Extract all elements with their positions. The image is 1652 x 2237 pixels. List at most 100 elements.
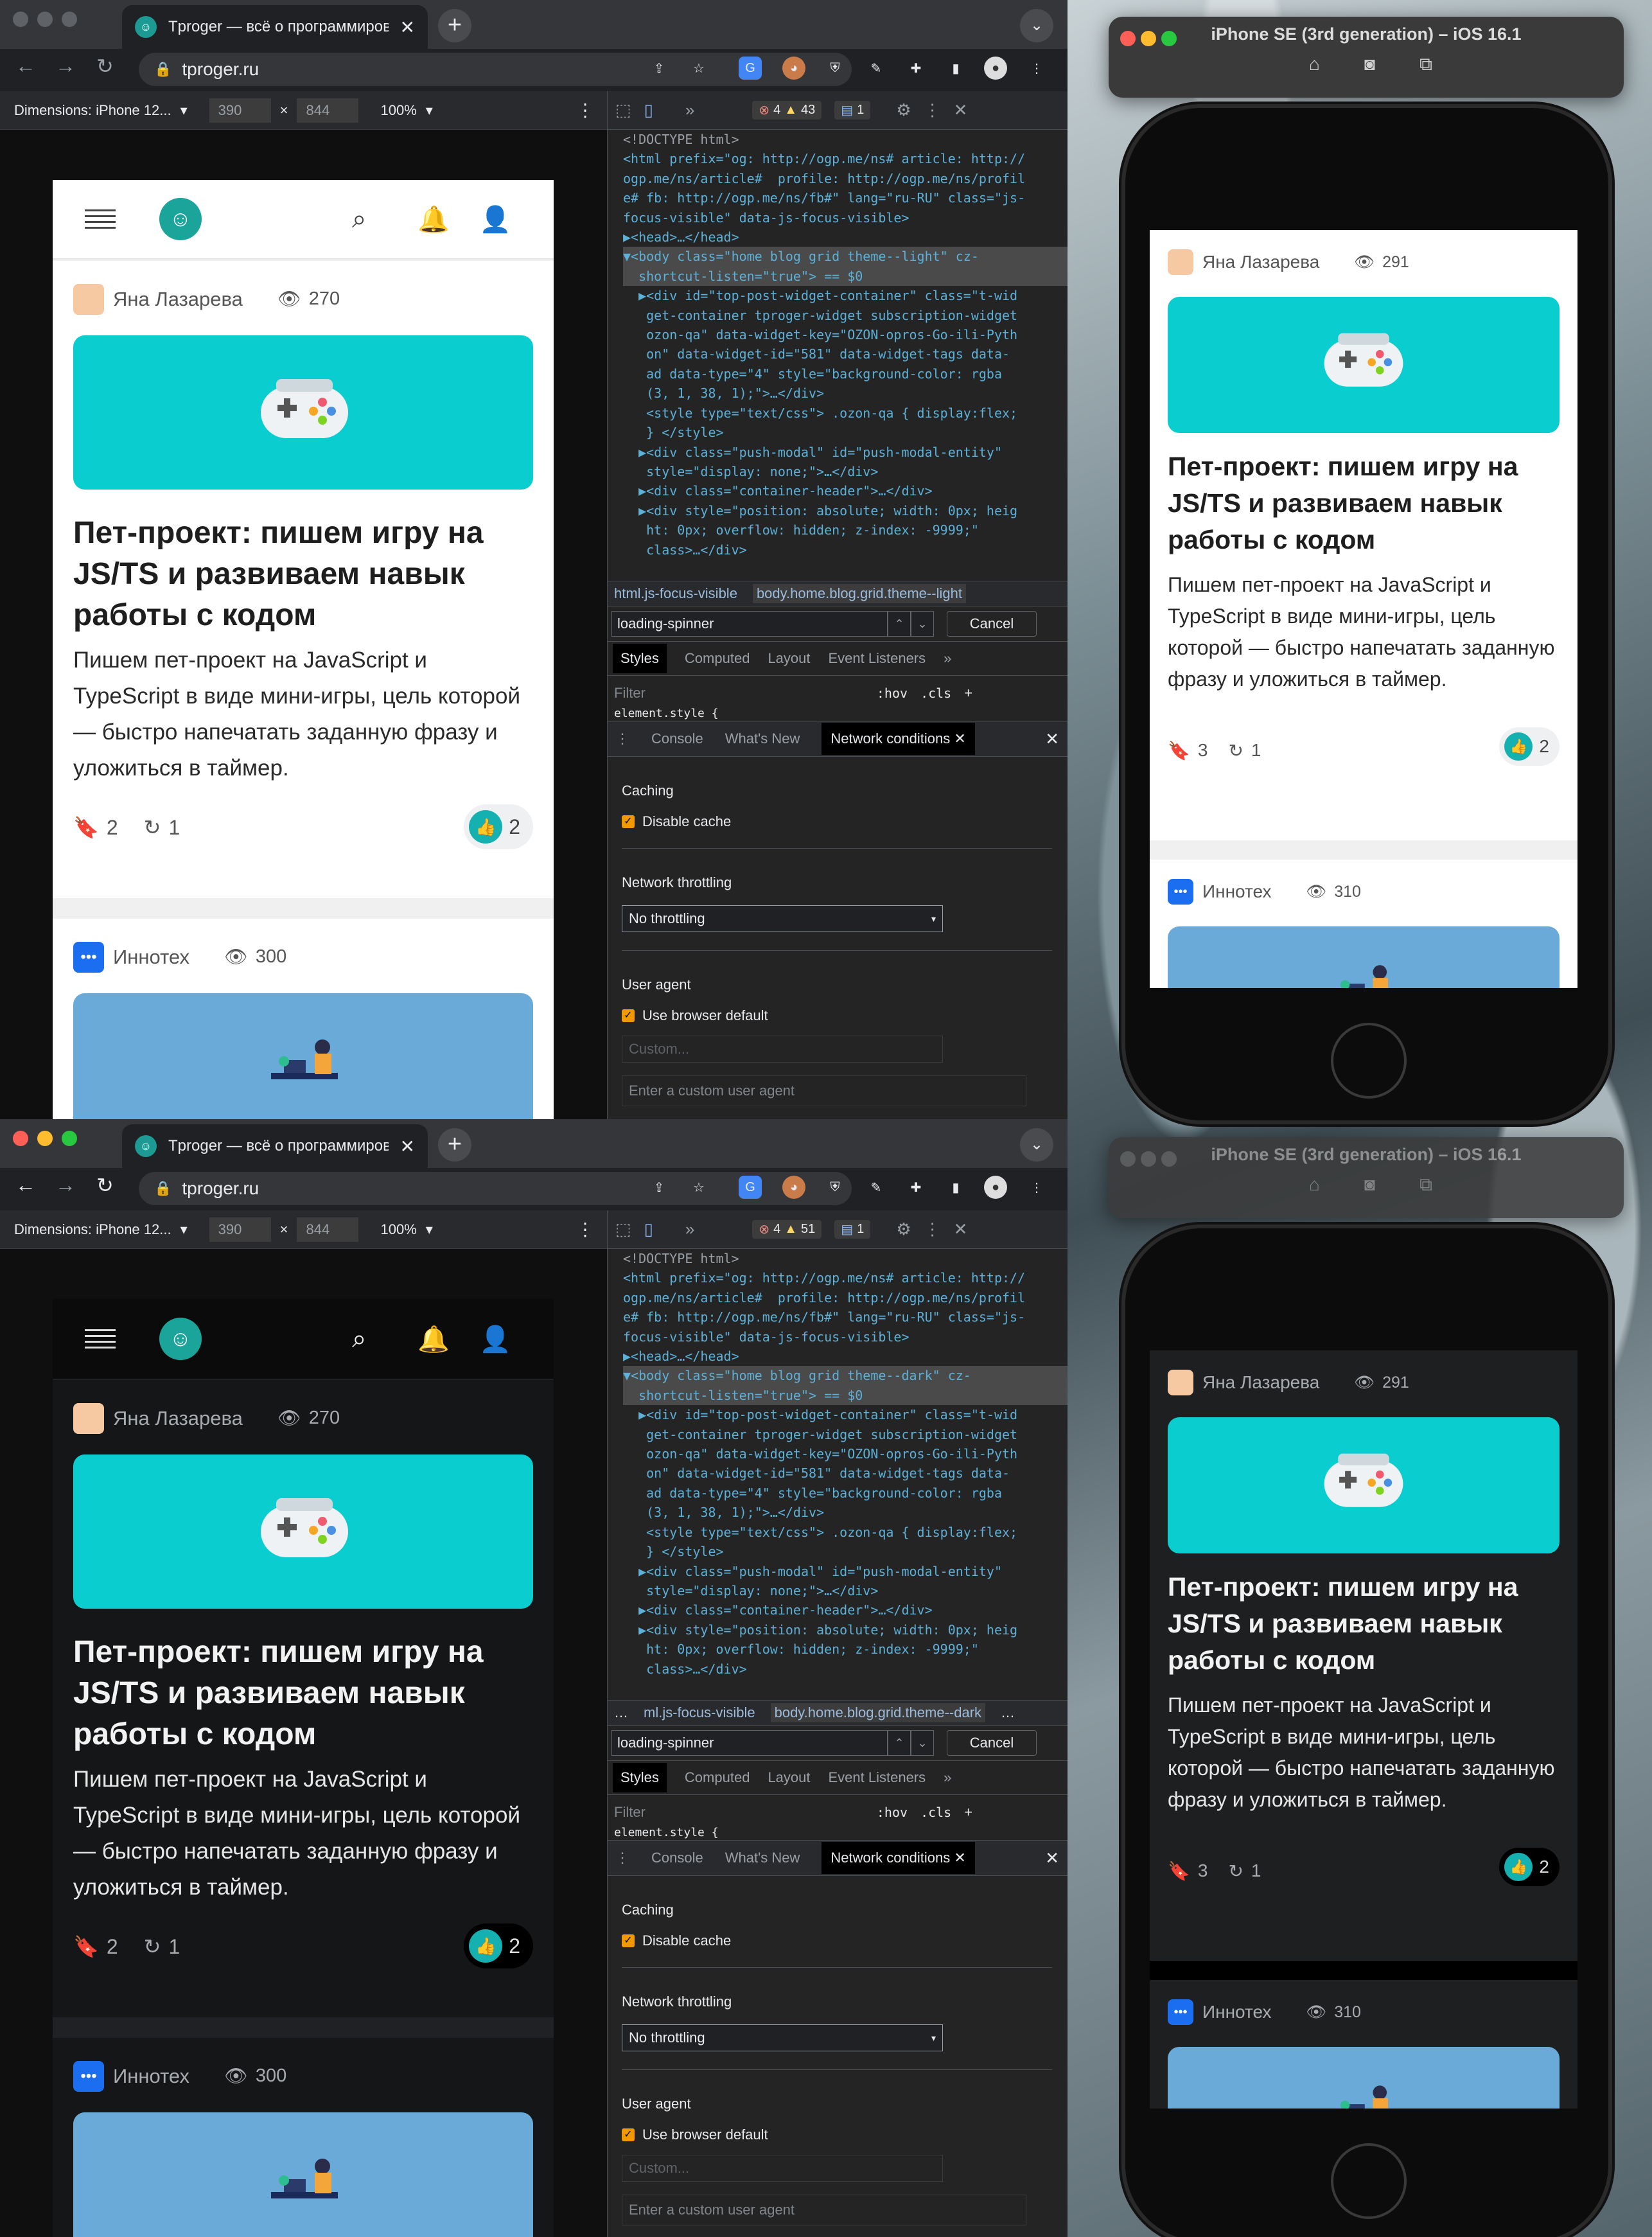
width-input[interactable]: 390 xyxy=(209,1217,271,1242)
bookmark-button[interactable]: 🔖 2 xyxy=(73,815,118,840)
post-author[interactable]: ••• Иннотех 👁 310 xyxy=(1168,879,1361,905)
breadcrumb-overflow[interactable]: … xyxy=(614,1704,628,1721)
puzzle-extensions-icon[interactable]: ✚ xyxy=(904,57,927,80)
code-line[interactable]: class>…</div> xyxy=(623,1659,1068,1679)
tproger-logo[interactable]: ☺ xyxy=(159,198,202,240)
add-rule-icon[interactable]: + xyxy=(964,685,972,702)
custom-user-agent-input[interactable]: Enter a custom user agent xyxy=(622,2195,1026,2225)
forward-arrow-icon[interactable]: → xyxy=(55,54,76,78)
share-icon[interactable]: ⇪ xyxy=(647,57,671,80)
screenshot-icon[interactable]: ◙ xyxy=(1364,54,1375,75)
breadcrumb-body[interactable]: body.home.blog.grid.theme--light xyxy=(752,584,966,603)
breadcrumb-html[interactable]: html.js-focus-visible xyxy=(614,585,737,602)
repost-button[interactable]: ↻ 1 xyxy=(1228,740,1261,761)
translate-extension-icon[interactable]: G xyxy=(739,57,762,80)
forward-arrow-icon[interactable]: → xyxy=(55,1173,76,1197)
code-line[interactable]: ht: 0px; overflow: hidden; z-index: -999… xyxy=(623,520,1068,540)
add-rule-icon[interactable]: + xyxy=(964,1804,972,1821)
screenshot-icon[interactable]: ◙ xyxy=(1364,1174,1375,1195)
pen-extension-icon[interactable]: ✎ xyxy=(865,1176,888,1199)
code-line[interactable]: ▶<head>…</head> xyxy=(623,227,1068,247)
author-name[interactable]: Иннотех xyxy=(113,2065,189,2088)
drawer-menu-icon[interactable]: ⋮ xyxy=(615,1850,629,1866)
cls-toggle[interactable]: .cls xyxy=(920,685,951,701)
post-card[interactable]: ••• Иннотех 👁 310 xyxy=(1150,860,1577,988)
author-name[interactable]: Иннотех xyxy=(113,946,189,969)
rotate-icon[interactable]: ⧉ xyxy=(1419,54,1432,75)
cls-toggle[interactable]: .cls xyxy=(920,1805,951,1820)
post-card[interactable]: ••• Иннотех 👁 300 xyxy=(53,2038,554,2237)
profile-avatar[interactable]: ● xyxy=(984,57,1007,80)
user-agent-select[interactable]: Custom... xyxy=(622,1036,943,1063)
bell-icon[interactable]: 🔔 xyxy=(417,1324,450,1354)
code-line[interactable]: on" data-widget-id="581" data-widget-tag… xyxy=(623,344,1068,364)
code-line[interactable]: get-container tproger-widget subscriptio… xyxy=(623,1425,1068,1444)
extension-face-icon[interactable]: ◕ xyxy=(782,1176,805,1199)
use-default-checkbox[interactable]: ✓ Use browser default xyxy=(622,1007,1054,1024)
code-line[interactable]: ▼<body class="home blog grid theme--dark… xyxy=(623,1366,1068,1386)
author-name[interactable]: Яна Лазарева xyxy=(1202,1372,1319,1393)
tab-search-chevron-icon[interactable]: ⌄ xyxy=(1020,9,1053,42)
shield-extension-icon[interactable]: ⛨ xyxy=(823,1176,847,1199)
search-icon[interactable]: ⌕ xyxy=(352,205,366,234)
code-line[interactable]: ht: 0px; overflow: hidden; z-index: -999… xyxy=(623,1640,1068,1659)
elements-tree[interactable]: <!DOCTYPE html> <html prefix="og: http://… xyxy=(608,130,1068,581)
code-line[interactable]: ogp.me/ns/article# profile: http://ogp.m… xyxy=(623,1288,1068,1307)
code-line[interactable]: ▶<head>…</head> xyxy=(623,1347,1068,1366)
post-banner[interactable] xyxy=(1168,926,1560,988)
filter-input[interactable]: Filter xyxy=(614,1804,646,1821)
hamburger-menu-icon[interactable] xyxy=(85,1329,116,1348)
code-line[interactable]: ozon-qa" data-widget-key="OZON-opros-Go-… xyxy=(623,325,1068,344)
code-line[interactable]: class>…</div> xyxy=(623,540,1068,560)
zoom-dot[interactable] xyxy=(62,1131,77,1146)
user-agent-select[interactable]: Custom... xyxy=(622,2155,943,2182)
post-card[interactable]: ••• Иннотех 👁 310 xyxy=(1150,1980,1577,2109)
post-title[interactable]: Пет-проект: пишем игру на JS/TS и развив… xyxy=(1168,448,1560,558)
tab-network-conditions[interactable]: Network conditions ✕ xyxy=(822,1842,975,1874)
zoom-dot[interactable] xyxy=(62,12,77,27)
code-line[interactable]: } </style> xyxy=(623,1542,1068,1561)
author-name[interactable]: Яна Лазарева xyxy=(113,1407,243,1430)
bookmark-button[interactable]: 🔖 3 xyxy=(1168,1861,1208,1882)
cancel-button[interactable]: Cancel xyxy=(947,1730,1037,1756)
home-icon[interactable]: ⌂ xyxy=(1309,54,1320,75)
width-input[interactable]: 390 xyxy=(209,98,271,123)
code-line[interactable]: ▶<div class="push-modal" id="push-modal-… xyxy=(623,1562,1068,1581)
home-button[interactable] xyxy=(1331,2143,1407,2219)
search-prev-icon[interactable]: ⌃ xyxy=(888,1730,911,1756)
cancel-button[interactable]: Cancel xyxy=(947,611,1037,637)
code-line[interactable]: <html prefix="og: http://ogp.me/ns# arti… xyxy=(623,1268,1068,1287)
inspect-element-icon[interactable]: ⬚ xyxy=(615,100,631,120)
close-devtools-icon[interactable]: ✕ xyxy=(954,1219,968,1239)
tproger-logo[interactable]: ☺ xyxy=(159,1318,202,1360)
post-author[interactable]: ••• Иннотех 👁 300 xyxy=(73,2061,286,2092)
code-line[interactable]: ▶<div class="push-modal" id="push-modal-… xyxy=(623,443,1068,462)
tab-console[interactable]: Console xyxy=(651,730,703,747)
home-icon[interactable]: ⌂ xyxy=(1309,1174,1320,1195)
elements-tree[interactable]: <!DOCTYPE html> <html prefix="og: http://… xyxy=(608,1249,1068,1700)
devtools-menu-icon[interactable]: ⋮ xyxy=(924,100,941,120)
post-title[interactable]: Пет-проект: пишем игру на JS/TS и развив… xyxy=(73,513,533,636)
breadcrumb-html[interactable]: ml.js-focus-visible xyxy=(644,1704,755,1721)
more-tabs-icon[interactable]: » xyxy=(685,1219,694,1239)
like-button[interactable]: 👍 2 xyxy=(464,804,533,849)
close-window-dot[interactable] xyxy=(13,1131,28,1146)
tab-computed[interactable]: Computed xyxy=(685,1769,750,1786)
breadcrumb-overflow[interactable]: … xyxy=(1001,1704,1015,1721)
close-drawer-icon[interactable]: ✕ xyxy=(1045,1848,1059,1868)
rotate-icon[interactable]: ⧉ xyxy=(1419,1174,1432,1196)
settings-gear-icon[interactable]: ⚙ xyxy=(896,1219,911,1239)
post-banner[interactable] xyxy=(73,2112,533,2237)
close-devtools-icon[interactable]: ✕ xyxy=(954,100,968,120)
pen-extension-icon[interactable]: ✎ xyxy=(865,57,888,80)
post-banner[interactable] xyxy=(73,335,533,490)
reload-icon[interactable]: ↻ xyxy=(96,54,114,78)
bookmark-button[interactable]: 🔖 3 xyxy=(1168,740,1208,761)
disable-cache-checkbox[interactable]: ✓ Disable cache xyxy=(622,813,1054,830)
minimize-dot[interactable] xyxy=(37,1131,53,1146)
messages-counter[interactable]: ▤ 1 xyxy=(834,1220,871,1239)
dimensions-select[interactable]: Dimensions: iPhone 12... xyxy=(14,1221,171,1238)
repost-button[interactable]: ↻ 1 xyxy=(144,815,180,840)
back-arrow-icon[interactable]: ← xyxy=(15,54,36,78)
author-name[interactable]: Иннотех xyxy=(1202,881,1271,902)
